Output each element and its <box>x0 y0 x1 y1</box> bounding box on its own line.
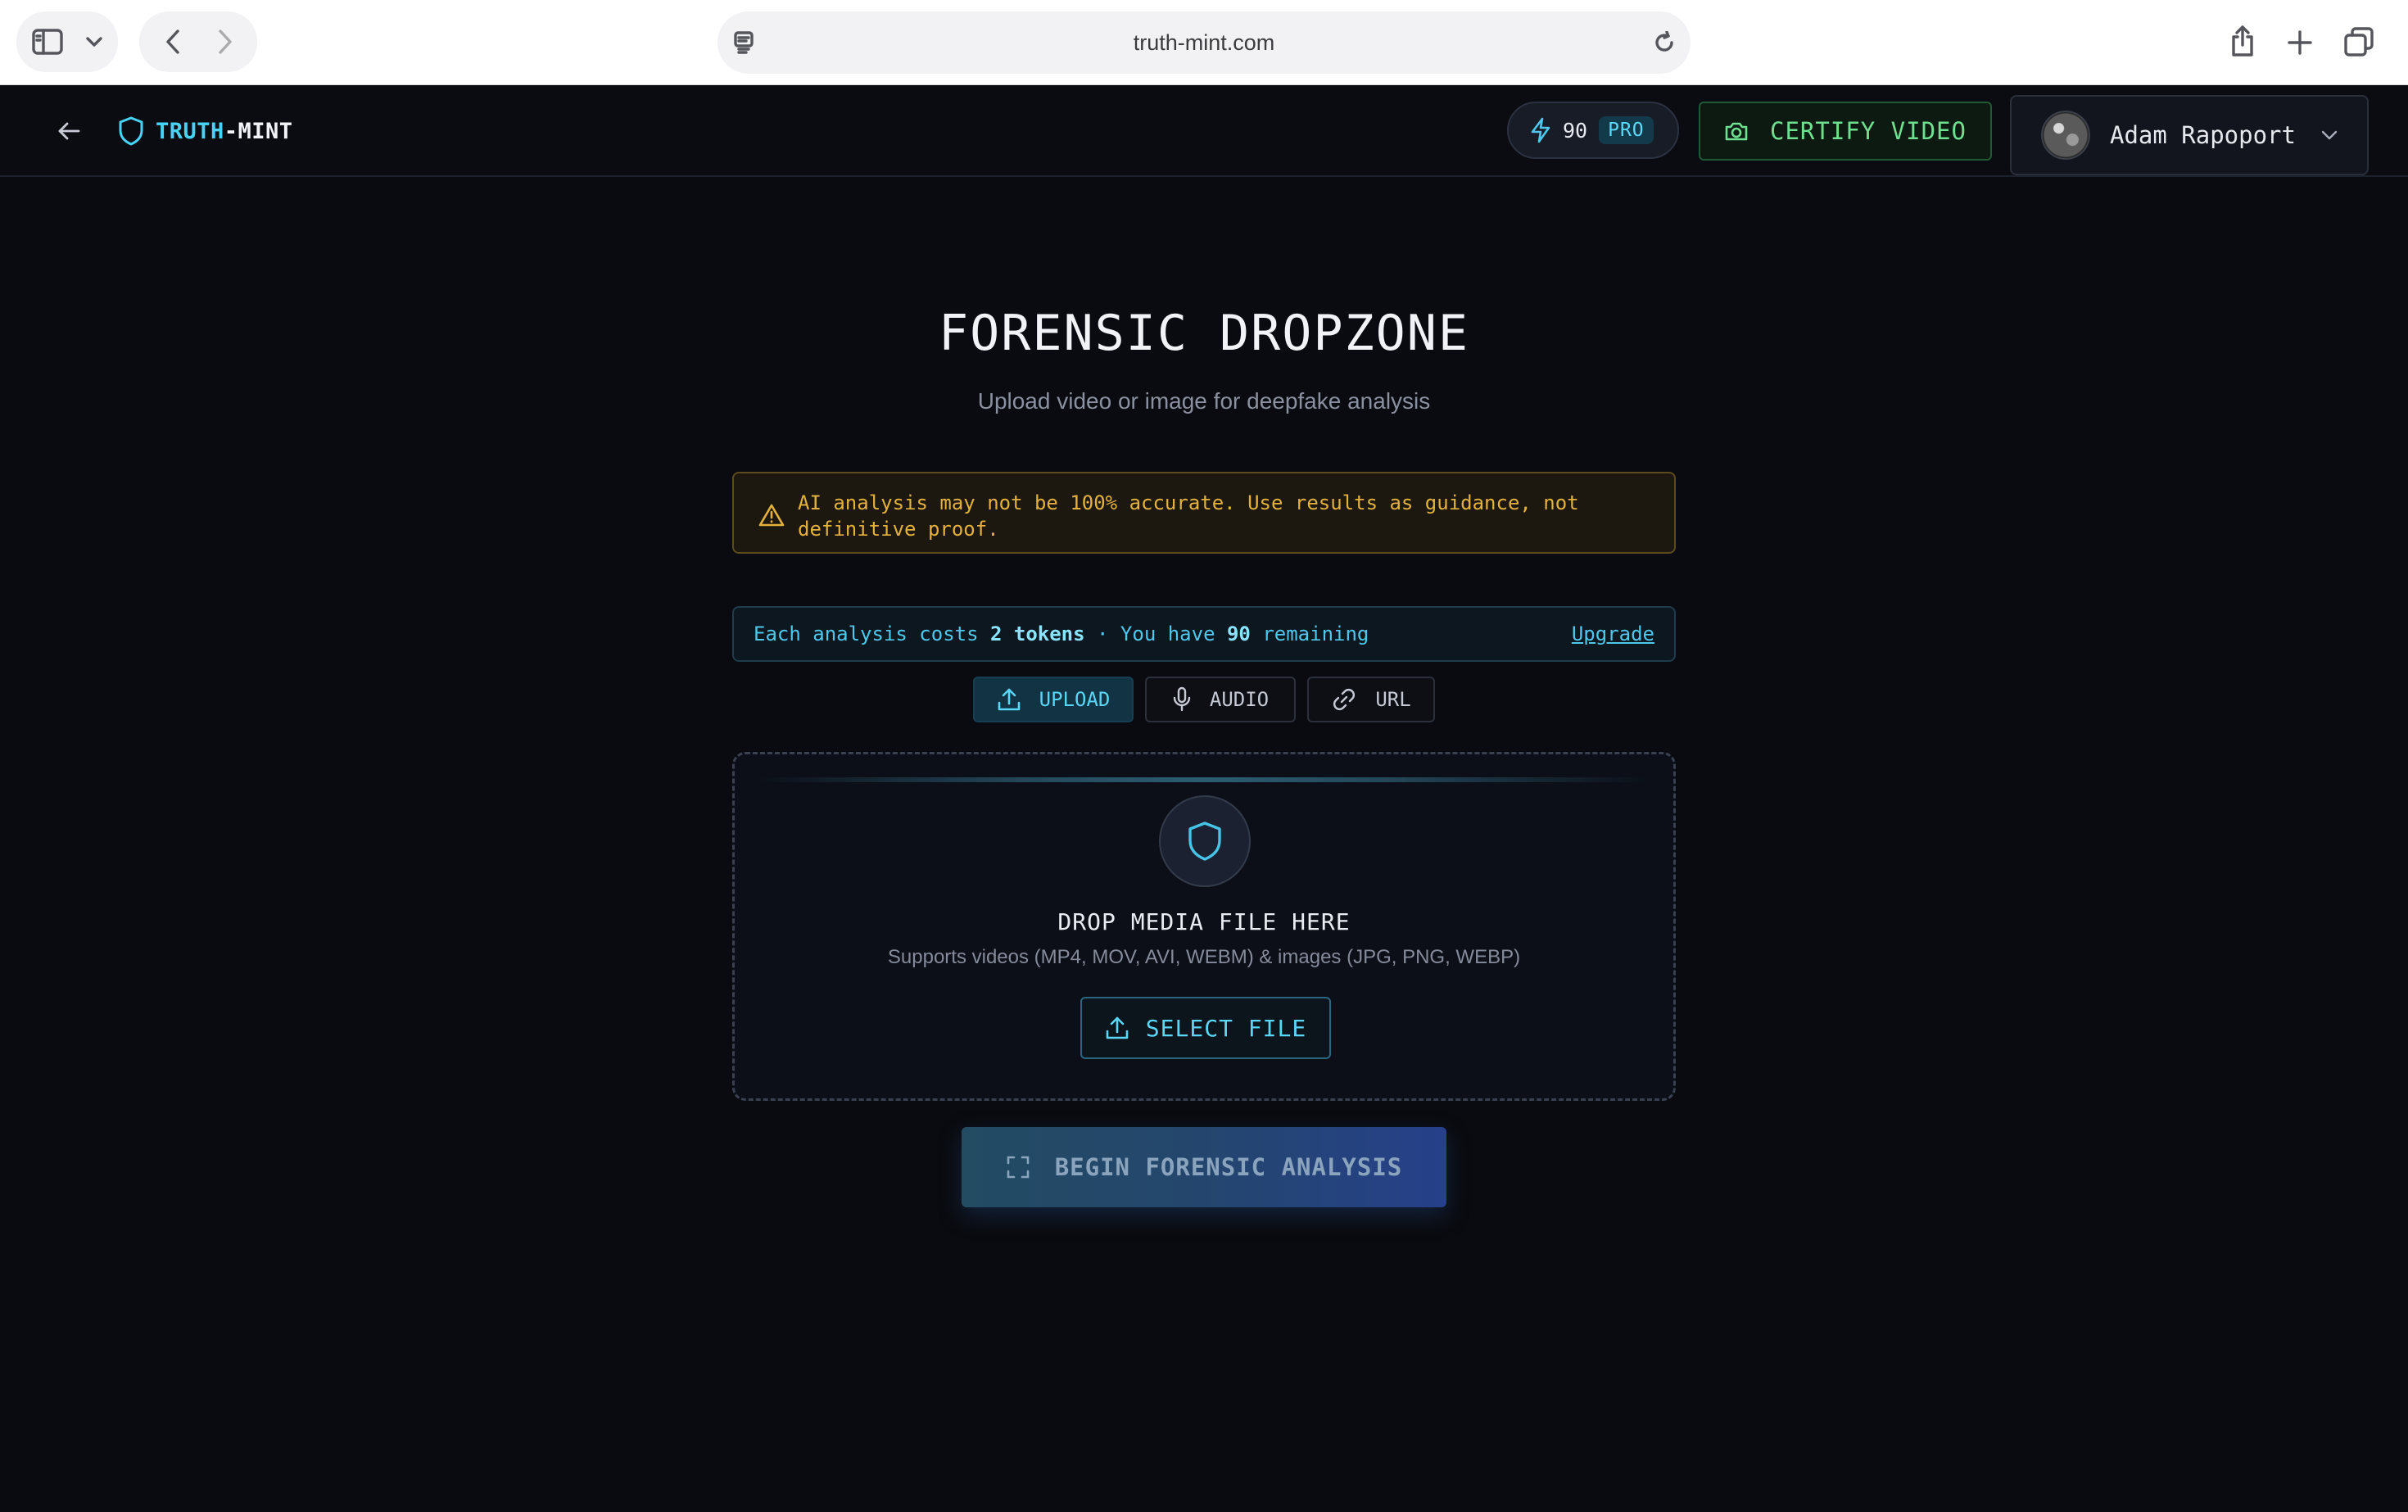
dropzone-badge <box>1159 795 1251 887</box>
shield-icon <box>1187 821 1223 862</box>
avatar <box>2041 111 2090 160</box>
back-icon[interactable] <box>161 28 185 56</box>
share-icon[interactable] <box>2226 23 2259 59</box>
dropzone-subtitle: Supports videos (MP4, MOV, AVI, WEBM) & … <box>887 946 1521 968</box>
link-icon <box>1331 686 1357 713</box>
tab-audio[interactable]: AUDIO <box>1145 677 1296 722</box>
token-cost-banner: Each analysis costs 2 tokens · You have … <box>732 606 1676 662</box>
select-file-button[interactable]: SELECT FILE <box>1080 997 1331 1059</box>
brand-name: TRUTH-MINT <box>156 118 293 144</box>
reader-icon[interactable] <box>731 29 757 56</box>
tab-upload[interactable]: UPLOAD <box>973 677 1134 722</box>
sidebar-icon[interactable] <box>31 27 64 57</box>
microphone-icon <box>1172 686 1192 713</box>
browser-toolbar: truth-mint.com <box>0 0 2408 85</box>
history-nav <box>139 11 257 72</box>
chevron-down-icon <box>2320 129 2338 141</box>
tabs-icon[interactable] <box>2342 25 2375 59</box>
brand-logo[interactable]: TRUTH-MINT <box>118 110 293 152</box>
accuracy-warning: AI analysis may not be 100% accurate. Us… <box>732 472 1676 554</box>
forward-icon[interactable] <box>213 28 238 56</box>
upload-icon <box>997 687 1021 712</box>
upgrade-link[interactable]: Upgrade <box>1572 622 1654 645</box>
lightning-icon <box>1530 117 1551 143</box>
cost-text: Each analysis costs 2 tokens · You have … <box>754 622 1369 645</box>
user-name: Adam Rapoport <box>2110 121 2296 149</box>
tab-url[interactable]: URL <box>1307 677 1435 722</box>
dropzone-title: DROP MEDIA FILE HERE <box>1057 908 1351 935</box>
shield-icon <box>118 116 144 146</box>
warning-text: AI analysis may not be 100% accurate. Us… <box>798 491 1579 541</box>
scan-icon <box>1006 1155 1030 1179</box>
warning-icon <box>758 503 785 527</box>
camera-icon <box>1724 120 1749 142</box>
certify-video-button[interactable]: CERTIFY VIDEO <box>1699 102 1992 161</box>
sidebar-toggle-group[interactable] <box>16 11 118 72</box>
token-balance[interactable]: 90 PRO <box>1507 102 1679 159</box>
app-header: TRUTH-MINT 90 PRO CERTIFY VIDEO Adam Rap… <box>0 85 2408 177</box>
upload-icon <box>1105 1016 1129 1040</box>
page-title: FORENSIC DROPZONE <box>938 305 1470 362</box>
token-count: 90 <box>1563 118 1588 143</box>
url-text[interactable]: truth-mint.com <box>1134 30 1275 56</box>
arrow-left-icon[interactable] <box>51 113 87 149</box>
user-menu[interactable]: Adam Rapoport <box>2010 95 2369 175</box>
scan-line <box>759 777 1649 782</box>
chevron-down-icon[interactable] <box>84 33 105 51</box>
begin-analysis-button[interactable]: BEGIN FORENSIC ANALYSIS <box>962 1127 1446 1207</box>
plus-icon[interactable] <box>2284 26 2316 59</box>
address-bar[interactable]: truth-mint.com <box>717 11 1691 74</box>
reload-icon[interactable] <box>1651 29 1677 56</box>
media-dropzone[interactable]: DROP MEDIA FILE HERE Supports videos (MP… <box>732 752 1676 1101</box>
plan-badge: PRO <box>1599 116 1654 144</box>
page-subtitle: Upload video or image for deepfake analy… <box>977 388 1431 414</box>
